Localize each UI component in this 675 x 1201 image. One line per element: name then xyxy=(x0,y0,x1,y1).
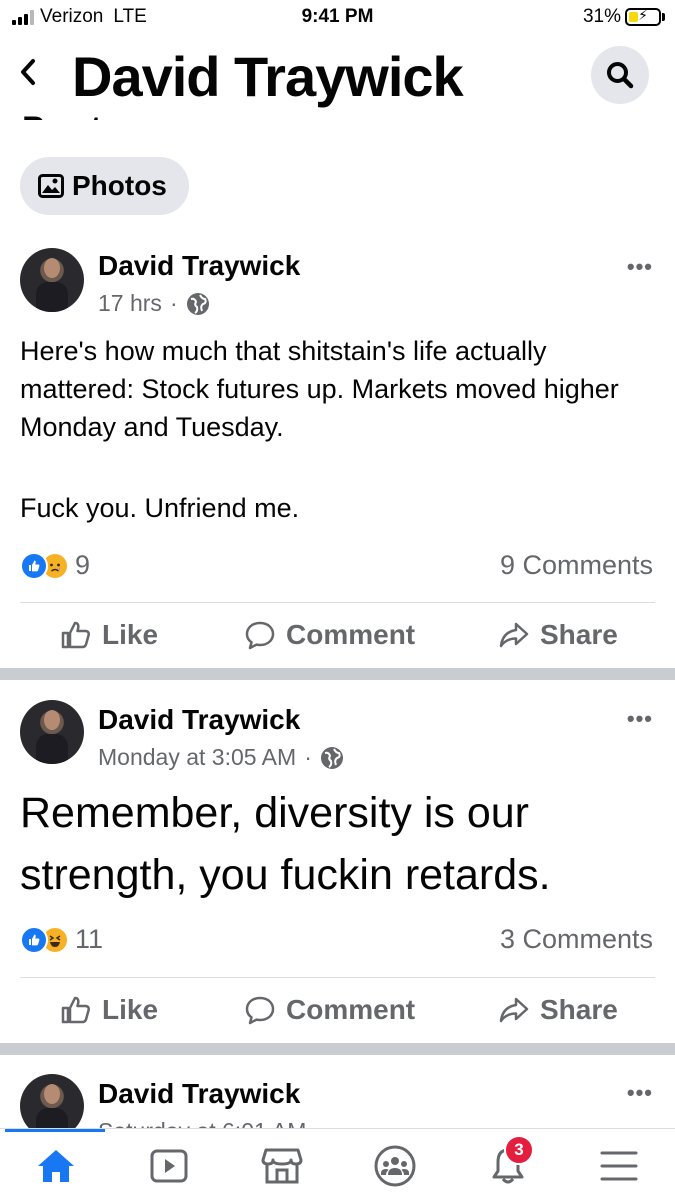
video-icon xyxy=(150,1149,188,1183)
photos-icon xyxy=(38,174,64,198)
notification-badge: 3 xyxy=(504,1135,534,1165)
avatar[interactable] xyxy=(20,248,84,312)
comment-icon xyxy=(245,996,275,1025)
post-separator xyxy=(0,1043,675,1055)
post-meta: 17 hrs · xyxy=(98,290,210,317)
back-button[interactable] xyxy=(18,58,38,92)
status-bar: Verizon LTE 9:41 PM 31% ⚡ xyxy=(0,0,675,36)
reaction-count: 9 xyxy=(75,550,91,580)
divider xyxy=(20,602,655,603)
post-author[interactable]: David Traywick xyxy=(98,1078,300,1110)
post-text: Remember, diversity is our strength, you… xyxy=(20,789,551,899)
battery-tip xyxy=(662,13,665,21)
menu-icon xyxy=(600,1151,638,1181)
battery-icon: ⚡ xyxy=(625,7,661,26)
globe-icon xyxy=(320,746,343,769)
post-author[interactable]: David Traywick xyxy=(98,250,300,282)
post-3: David Traywick Saturday at 6:01 AM ••• xyxy=(0,1064,675,1128)
like-reaction-icon xyxy=(20,551,48,580)
tab-home[interactable] xyxy=(26,1141,86,1191)
chevron-left-icon xyxy=(21,59,35,85)
home-icon xyxy=(38,1150,74,1182)
battery-percent: 31% xyxy=(582,6,621,27)
share-label: Share xyxy=(540,619,618,650)
more-options-button[interactable]: ••• xyxy=(627,254,653,280)
post-1: David Traywick 17 hrs · ••• Here's how m… xyxy=(0,240,675,670)
like-icon xyxy=(61,621,90,649)
share-button[interactable]: Share xyxy=(498,994,618,1026)
post-time[interactable]: Saturday at 6:01 AM xyxy=(98,1118,306,1128)
status-right: 31% ⚡ xyxy=(583,6,665,28)
comments-count[interactable]: 9 Comments xyxy=(500,550,653,581)
search-icon xyxy=(607,62,634,89)
more-options-button[interactable]: ••• xyxy=(627,706,653,732)
tab-notifications[interactable]: 3 xyxy=(478,1135,538,1191)
comment-label: Comment xyxy=(286,619,416,650)
marketplace-icon xyxy=(261,1148,303,1184)
like-label: Like xyxy=(102,619,159,650)
active-tab-indicator xyxy=(5,1129,105,1132)
post-author[interactable]: David Traywick xyxy=(98,704,300,736)
photos-chip-label: Photos xyxy=(72,170,167,201)
share-icon xyxy=(499,997,529,1023)
like-button[interactable]: Like xyxy=(60,619,158,651)
comment-label: Comment xyxy=(286,994,416,1025)
divider xyxy=(20,977,655,978)
share-button[interactable]: Share xyxy=(498,619,618,651)
photos-filter-chip[interactable]: Photos xyxy=(20,157,189,215)
more-options-button[interactable]: ••• xyxy=(627,1080,653,1106)
status-time: 9:41 PM xyxy=(301,6,374,27)
reactions-summary[interactable]: 11 xyxy=(20,924,103,955)
post-actions: Like Comment Share xyxy=(0,607,675,667)
like-icon xyxy=(61,996,90,1024)
post-time[interactable]: Monday at 3:05 AM xyxy=(98,744,296,771)
post-actions: Like Comment Share xyxy=(0,982,675,1042)
post-time[interactable]: 17 hrs xyxy=(98,290,162,317)
profile-header: David Traywick Posts xyxy=(0,36,675,120)
share-icon xyxy=(499,622,529,648)
bottom-tab-bar: 3 xyxy=(0,1128,675,1201)
like-reaction-icon xyxy=(20,925,48,954)
globe-icon xyxy=(186,292,209,315)
reaction-count: 11 xyxy=(75,924,104,954)
search-button[interactable] xyxy=(591,46,649,104)
comment-icon xyxy=(245,621,275,650)
comment-button[interactable]: Comment xyxy=(244,619,415,651)
tab-marketplace[interactable] xyxy=(252,1141,312,1191)
section-title-posts: Posts xyxy=(22,110,125,120)
post-text-paragraph: Here's how much that shitstain's life ac… xyxy=(20,336,619,442)
post-text-paragraph: Fuck you. Unfriend me. xyxy=(20,493,300,523)
post-2: David Traywick Monday at 3:05 AM · ••• R… xyxy=(0,690,675,1045)
avatar[interactable] xyxy=(20,1074,84,1128)
post-meta: Saturday at 6:01 AM xyxy=(98,1118,306,1128)
charging-bolt-icon: ⚡ xyxy=(638,7,648,23)
tab-video[interactable] xyxy=(139,1141,199,1191)
like-label: Like xyxy=(102,994,159,1025)
post-separator xyxy=(0,668,675,680)
tab-groups[interactable] xyxy=(365,1141,425,1191)
reactions-summary[interactable]: 9 xyxy=(20,550,90,581)
comment-button[interactable]: Comment xyxy=(244,994,415,1026)
like-button[interactable]: Like xyxy=(60,994,158,1026)
comments-count[interactable]: 3 Comments xyxy=(500,924,653,955)
post-meta: Monday at 3:05 AM · xyxy=(98,744,344,771)
share-label: Share xyxy=(540,994,618,1025)
groups-icon xyxy=(374,1145,416,1187)
page-title: David Traywick xyxy=(72,45,464,108)
avatar[interactable] xyxy=(20,700,84,764)
tab-menu[interactable] xyxy=(589,1141,649,1191)
